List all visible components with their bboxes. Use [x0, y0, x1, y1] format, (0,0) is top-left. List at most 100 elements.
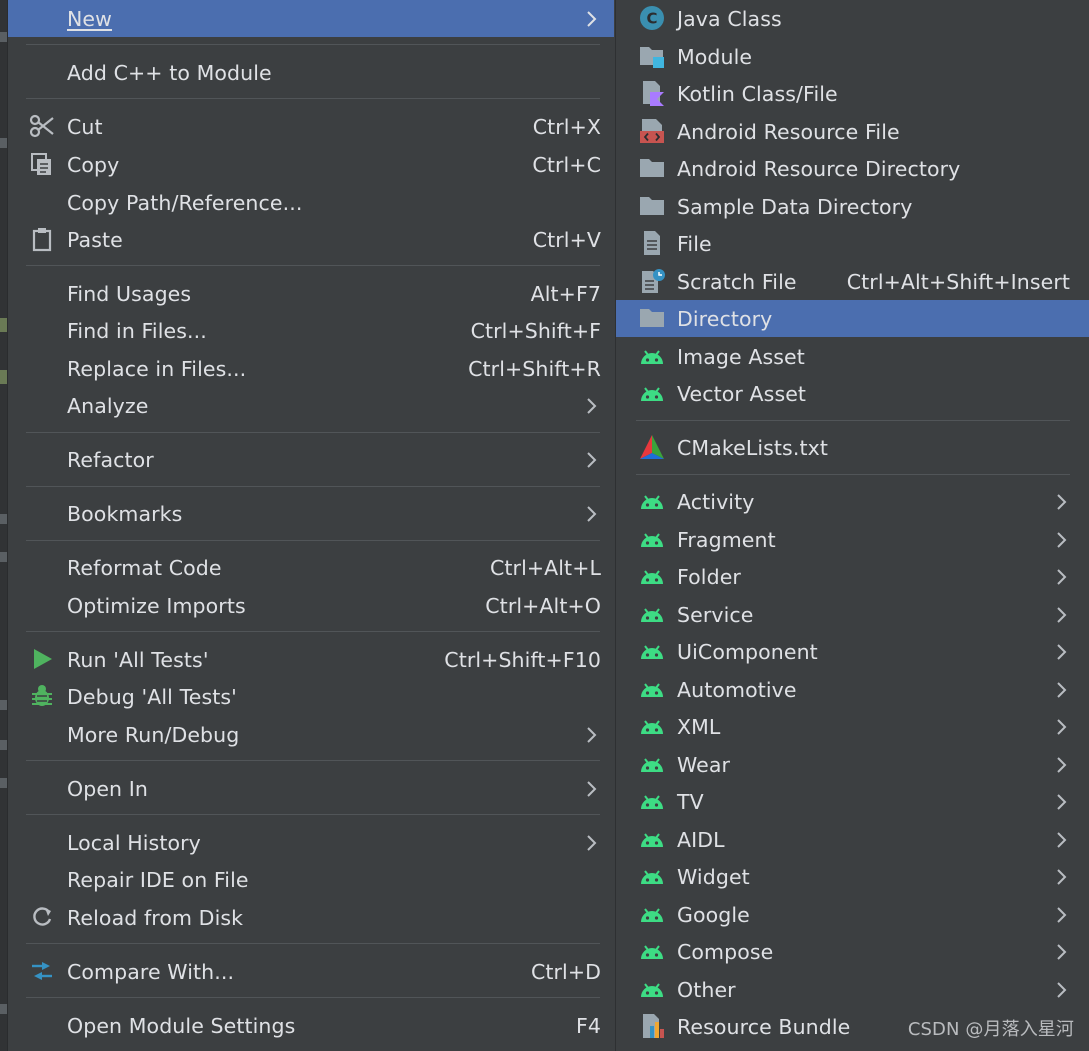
menu-item-optimize-imports[interactable]: Optimize Imports Ctrl+Alt+O: [8, 587, 614, 624]
gutter-mark: [0, 552, 7, 562]
menu-item-reformat-code[interactable]: Reformat Code Ctrl+Alt+L: [8, 549, 614, 586]
android-resource-file-icon: [638, 117, 666, 145]
submenu-item-label: UiComponent: [677, 639, 818, 664]
submenu-item-sample-data-directory[interactable]: Sample Data Directory: [616, 188, 1089, 225]
submenu-item-android-resource-directory[interactable]: Android Resource Directory: [616, 150, 1089, 187]
shortcut-text: Ctrl+V: [532, 227, 601, 252]
reload-icon: [28, 903, 56, 931]
submenu-item-scratch-file[interactable]: Scratch File Ctrl+Alt+Shift+Insert: [616, 263, 1089, 300]
chevron-right-icon: [1056, 793, 1068, 811]
menu-item-label: Add C++ to Module: [67, 60, 272, 85]
submenu-item-label: Java Class: [677, 6, 782, 31]
submenu-item-cmakelists[interactable]: CMakeLists.txt: [616, 429, 1089, 466]
chevron-right-icon: [586, 726, 598, 744]
menu-item-copy-path-reference[interactable]: Copy Path/Reference...: [8, 184, 614, 221]
android-icon: [638, 712, 666, 740]
android-icon: [638, 975, 666, 1003]
submenu-item-compose[interactable]: Compose: [616, 933, 1089, 970]
android-icon: [638, 825, 666, 853]
menu-item-find-in-files[interactable]: Find in Files... Ctrl+Shift+F: [8, 312, 614, 349]
submenu-item-uicomponent[interactable]: UiComponent: [616, 633, 1089, 670]
menu-item-open-module-settings[interactable]: Open Module Settings F4: [8, 1007, 614, 1044]
submenu-item-google[interactable]: Google: [616, 896, 1089, 933]
menu-item-add-cpp-to-module[interactable]: Add C++ to Module: [8, 54, 614, 91]
chevron-right-icon: [586, 780, 598, 798]
menu-item-find-usages[interactable]: Find Usages Alt+F7: [8, 275, 614, 312]
submenu-item-java-class[interactable]: C Java Class: [616, 0, 1089, 37]
submenu-item-label: Wear: [677, 752, 731, 777]
submenu-item-activity[interactable]: Activity: [616, 483, 1089, 520]
android-icon: [638, 525, 666, 553]
menu-item-label: Find Usages: [67, 281, 192, 306]
submenu-item-aidl[interactable]: AIDL: [616, 821, 1089, 858]
submenu-item-fragment[interactable]: Fragment: [616, 521, 1089, 558]
submenu-item-service[interactable]: Service: [616, 596, 1089, 633]
submenu-item-wear[interactable]: Wear: [616, 746, 1089, 783]
menu-separator: [26, 631, 600, 632]
submenu-item-android-resource-file[interactable]: Android Resource File: [616, 113, 1089, 150]
shortcut-text: Ctrl+Shift+F: [470, 318, 601, 343]
menu-item-label: Run 'All Tests': [67, 647, 209, 672]
submenu-item-widget[interactable]: Widget: [616, 858, 1089, 895]
menu-item-debug-all-tests[interactable]: Debug 'All Tests': [8, 678, 614, 715]
menu-separator: [26, 486, 600, 487]
submenu-item-tv[interactable]: TV: [616, 783, 1089, 820]
menu-item-run-all-tests[interactable]: Run 'All Tests' Ctrl+Shift+F10: [8, 641, 614, 678]
submenu-item-kotlin-class-file[interactable]: Kotlin Class/File: [616, 75, 1089, 112]
chevron-right-icon: [1056, 981, 1068, 999]
menu-item-refactor[interactable]: Refactor: [8, 441, 614, 478]
menu-separator: [26, 98, 600, 99]
menu-item-reload-from-disk[interactable]: Reload from Disk: [8, 899, 614, 936]
folder-icon: [638, 154, 666, 182]
menu-item-local-history[interactable]: Local History: [8, 824, 614, 861]
submenu-item-vector-asset[interactable]: Vector Asset: [616, 375, 1089, 412]
watermark-text: CSDN @月落入星河: [907, 1019, 1074, 1040]
menu-item-bookmarks[interactable]: Bookmarks: [8, 495, 614, 532]
menu-item-cut[interactable]: Cut Ctrl+X: [8, 108, 614, 145]
submenu-item-label: Other: [677, 977, 736, 1002]
folder-icon: [638, 192, 666, 220]
submenu-item-label: Module: [677, 44, 753, 69]
menu-separator: [26, 540, 600, 541]
submenu-item-label: Vector Asset: [677, 381, 807, 406]
menu-item-label: Replace in Files...: [67, 356, 247, 381]
mnemonic: New: [67, 6, 113, 31]
module-folder-icon: [638, 42, 666, 70]
menu-item-open-in[interactable]: Open In: [8, 770, 614, 807]
submenu-item-label: Android Resource Directory: [677, 156, 961, 181]
menu-item-new[interactable]: New: [8, 0, 614, 37]
submenu-item-image-asset[interactable]: Image Asset: [616, 338, 1089, 375]
menu-item-label: Analyze: [67, 393, 149, 418]
chevron-right-icon: [586, 397, 598, 415]
submenu-item-folder[interactable]: Folder: [616, 558, 1089, 595]
chevron-right-icon: [586, 10, 598, 28]
menu-item-label: Copy: [67, 152, 120, 177]
chevron-right-icon: [1056, 681, 1068, 699]
menu-item-copy[interactable]: Copy Ctrl+C: [8, 146, 614, 183]
menu-item-compare-with[interactable]: Compare With... Ctrl+D: [8, 953, 614, 990]
submenu-item-file[interactable]: File: [616, 225, 1089, 262]
chevron-right-icon: [586, 451, 598, 469]
android-icon: [638, 675, 666, 703]
menu-item-analyze[interactable]: Analyze: [8, 387, 614, 424]
gutter-mark: [0, 318, 7, 332]
menu-separator: [26, 943, 600, 944]
menu-item-replace-in-files[interactable]: Replace in Files... Ctrl+Shift+R: [8, 350, 614, 387]
menu-item-repair-ide-on-file[interactable]: Repair IDE on File: [8, 861, 614, 898]
folder-icon: [638, 304, 666, 332]
submenu-item-label: CMakeLists.txt: [677, 435, 828, 460]
submenu-item-automotive[interactable]: Automotive: [616, 671, 1089, 708]
submenu-item-xml[interactable]: XML: [616, 708, 1089, 745]
menu-separator: [26, 432, 600, 433]
submenu-item-module[interactable]: Module: [616, 38, 1089, 75]
submenu-item-directory[interactable]: Directory: [616, 300, 1089, 337]
menu-item-more-run-debug[interactable]: More Run/Debug: [8, 716, 614, 753]
menu-item-label: Repair IDE on File: [67, 867, 249, 892]
menu-item-label: Open Module Settings: [67, 1013, 296, 1038]
submenu-item-other[interactable]: Other: [616, 971, 1089, 1008]
menu-item-paste[interactable]: Paste Ctrl+V: [8, 221, 614, 258]
gutter-mark: [0, 700, 7, 710]
shortcut-text: Ctrl+Alt+Shift+Insert: [846, 269, 1070, 294]
android-icon: [638, 379, 666, 407]
menu-item-label: Reload from Disk: [67, 905, 244, 930]
